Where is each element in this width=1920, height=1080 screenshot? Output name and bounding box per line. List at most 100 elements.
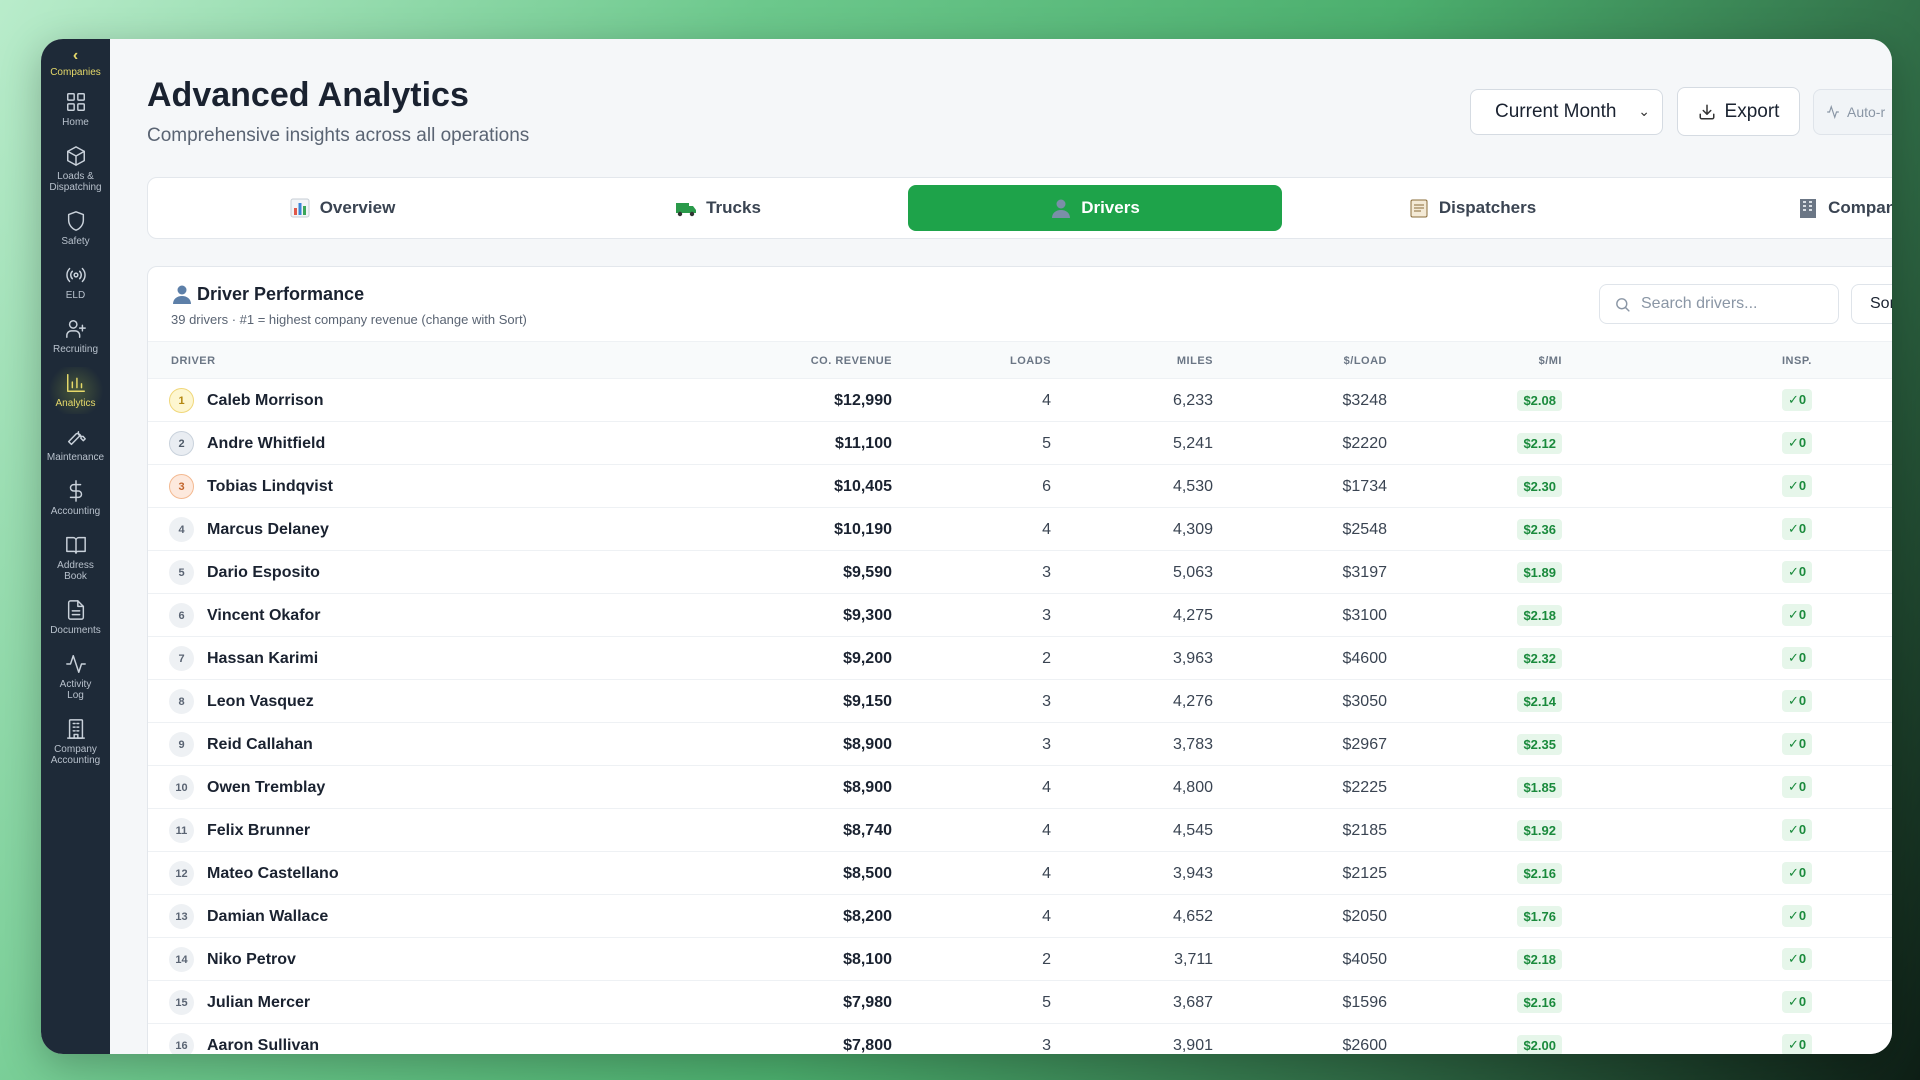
- miles-value: 4,545: [1172, 822, 1213, 839]
- tab-drivers[interactable]: Drivers: [908, 185, 1282, 231]
- table-row[interactable]: 16 Aaron Sullivan $7,800 3 3,901 $2600 $…: [148, 1024, 1892, 1054]
- company-revenue: $8,500: [843, 865, 892, 882]
- company-revenue: $8,100: [843, 951, 892, 968]
- sidebar-item-documents[interactable]: Documents: [45, 594, 107, 641]
- table-row[interactable]: 8 Leon Vasquez $9,150 3 4,276 $3050 $2.1…: [148, 680, 1892, 723]
- driver-name[interactable]: Mateo Castellano: [207, 865, 339, 883]
- auto-refresh-button[interactable]: Auto-r: [1813, 89, 1892, 135]
- driver-name[interactable]: Aaron Sullivan: [207, 1037, 319, 1054]
- rank-badge: 1: [169, 388, 194, 413]
- miles-value: 4,275: [1172, 607, 1213, 624]
- sidebar-item-eld[interactable]: ELD: [45, 259, 107, 306]
- sidebar-item-label: Maintenance: [46, 452, 105, 463]
- table-row[interactable]: 6 Vincent Okafor $9,300 3 4,275 $3100 $2…: [148, 594, 1892, 637]
- driver-performance-card: Driver Performance 39 drivers · #1 = hig…: [147, 266, 1892, 1054]
- per-mile-value: $2.30: [1517, 476, 1562, 497]
- sidebar-item-recruiting[interactable]: Recruiting: [45, 313, 107, 360]
- per-mile-badge: $2.16: [1517, 863, 1562, 884]
- tab-dispatchers[interactable]: Dispatchers: [1285, 185, 1659, 231]
- back-to-companies-button[interactable]: ‹ Companies: [50, 48, 101, 79]
- loads-count: 2: [1042, 650, 1051, 667]
- table-row[interactable]: 9 Reid Callahan $8,900 3 3,783 $2967 $2.…: [148, 723, 1892, 766]
- sidebar-item-label: Analytics: [55, 398, 96, 409]
- tab-trucks[interactable]: Trucks: [531, 185, 905, 231]
- col-per-load[interactable]: $/LOAD: [1344, 355, 1387, 367]
- per-mile-badge: $2.08: [1517, 390, 1562, 411]
- driver-name[interactable]: Reid Callahan: [207, 736, 313, 754]
- loads-count: 6: [1042, 478, 1051, 495]
- miles-value: 4,309: [1172, 521, 1213, 538]
- loads-count: 3: [1042, 1037, 1051, 1054]
- per-mile-value: $2.35: [1517, 734, 1562, 755]
- table-row[interactable]: 2 Andre Whitfield $11,100 5 5,241 $2220 …: [148, 422, 1892, 465]
- driver-name[interactable]: Felix Brunner: [207, 822, 310, 840]
- col-inspections[interactable]: INSP.: [1782, 355, 1812, 367]
- table-row[interactable]: 14 Niko Petrov $8,100 2 3,711 $4050 $2.1…: [148, 938, 1892, 981]
- miles-value: 3,687: [1172, 994, 1213, 1011]
- col-loads[interactable]: LOADS: [1010, 355, 1051, 367]
- table-row[interactable]: 12 Mateo Castellano $8,500 4 3,943 $2125…: [148, 852, 1892, 895]
- driver-name[interactable]: Tobias Lindqvist: [207, 478, 333, 496]
- export-button[interactable]: Export: [1677, 87, 1800, 136]
- table-header: DRIVER CO. REVENUE LOADS MILES $/LOAD $/…: [148, 341, 1892, 379]
- driver-name[interactable]: Hassan Karimi: [207, 650, 318, 668]
- driver-name[interactable]: Andre Whitfield: [207, 435, 325, 453]
- company-revenue: $9,590: [843, 564, 892, 581]
- driver-name[interactable]: Niko Petrov: [207, 951, 296, 969]
- col-miles[interactable]: MILES: [1177, 355, 1213, 367]
- table-row[interactable]: 11 Felix Brunner $8,740 4 4,545 $2185 $1…: [148, 809, 1892, 852]
- sidebar-item-address-book[interactable]: Address Book: [45, 529, 107, 587]
- inspections-value: ✓0: [1782, 1034, 1813, 1054]
- sidebar-item-safety[interactable]: Safety: [45, 205, 107, 252]
- sidebar-item-company-accounting[interactable]: Company Accounting: [45, 713, 107, 771]
- driver-name[interactable]: Caleb Morrison: [207, 392, 323, 410]
- inspections-badge: ✓0: [1782, 862, 1813, 884]
- table-row[interactable]: 10 Owen Tremblay $8,900 4 4,800 $2225 $1…: [148, 766, 1892, 809]
- driver-name[interactable]: Leon Vasquez: [207, 693, 314, 711]
- tab-overview[interactable]: Overview: [155, 185, 529, 231]
- file-icon: [67, 600, 84, 620]
- col-driver[interactable]: DRIVER: [171, 355, 216, 367]
- tab-companies[interactable]: Compani: [1662, 185, 1892, 231]
- tab-label: Trucks: [706, 198, 761, 217]
- bar-chart-icon: [66, 374, 85, 392]
- per-load-value: $2600: [1342, 1037, 1388, 1054]
- per-mile-value: $2.08: [1517, 390, 1562, 411]
- sidebar-item-loads-dispatching[interactable]: Loads & Dispatching: [45, 140, 107, 198]
- driver-name[interactable]: Marcus Delaney: [207, 521, 329, 539]
- col-revenue[interactable]: CO. REVENUE: [811, 355, 892, 367]
- sidebar-item-home[interactable]: Home: [45, 86, 107, 133]
- per-load-value: $1596: [1342, 994, 1388, 1011]
- miles-value: 4,652: [1172, 908, 1213, 925]
- miles-value: 4,800: [1172, 779, 1213, 796]
- driver-name[interactable]: Owen Tremblay: [207, 779, 325, 797]
- rank-badge: 6: [169, 603, 194, 628]
- inspections-value: ✓0: [1782, 604, 1813, 626]
- sort-button[interactable]: Sor: [1851, 284, 1892, 324]
- sidebar-item-accounting[interactable]: Accounting: [45, 475, 107, 522]
- sidebar-item-analytics[interactable]: Analytics: [44, 367, 107, 414]
- driver-name[interactable]: Vincent Okafor: [207, 607, 321, 625]
- driver-name[interactable]: Damian Wallace: [207, 908, 328, 926]
- table-row[interactable]: 4 Marcus Delaney $10,190 4 4,309 $2548 $…: [148, 508, 1892, 551]
- search-input[interactable]: [1641, 295, 1821, 313]
- table-row[interactable]: 13 Damian Wallace $8,200 4 4,652 $2050 $…: [148, 895, 1892, 938]
- col-per-mile[interactable]: $/MI: [1539, 355, 1562, 367]
- table-row[interactable]: 7 Hassan Karimi $9,200 2 3,963 $4600 $2.…: [148, 637, 1892, 680]
- sidebar-item-maintenance[interactable]: Maintenance: [45, 421, 107, 468]
- inspections-value: ✓0: [1782, 776, 1813, 798]
- per-mile-value: $1.85: [1517, 777, 1562, 798]
- driver-name[interactable]: Julian Mercer: [207, 994, 310, 1012]
- table-row[interactable]: 3 Tobias Lindqvist $10,405 6 4,530 $1734…: [148, 465, 1892, 508]
- per-mile-value: $2.16: [1517, 863, 1562, 884]
- person-icon: [1052, 199, 1071, 218]
- sidebar-item-activity-log[interactable]: Activity Log: [45, 648, 107, 706]
- inspections-badge: ✓0: [1782, 389, 1813, 411]
- table-row[interactable]: 5 Dario Esposito $9,590 3 5,063 $3197 $1…: [148, 551, 1892, 594]
- table-row[interactable]: 1 Caleb Morrison $12,990 4 6,233 $3248 $…: [148, 379, 1892, 422]
- period-select[interactable]: Current Month ⌄: [1470, 89, 1663, 135]
- table-row[interactable]: 15 Julian Mercer $7,980 5 3,687 $1596 $2…: [148, 981, 1892, 1024]
- per-mile-value: $2.32: [1517, 648, 1562, 669]
- driver-name[interactable]: Dario Esposito: [207, 564, 320, 582]
- search-icon: [1616, 297, 1630, 312]
